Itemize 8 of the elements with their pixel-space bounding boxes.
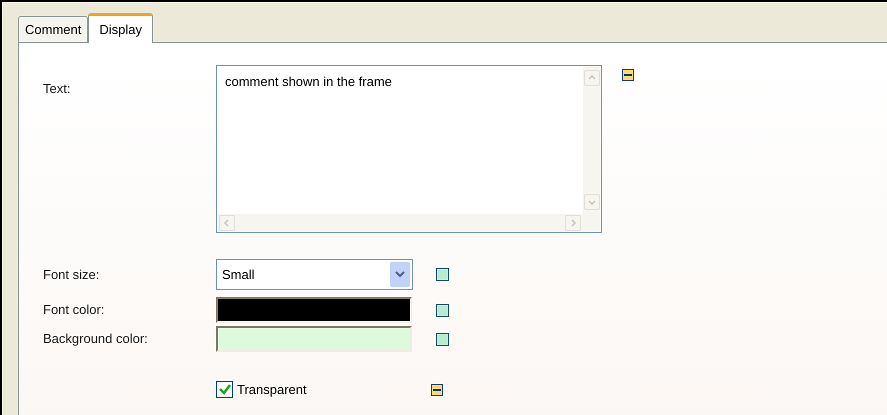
field-label: Text: <box>43 80 72 98</box>
field-label: Font size: <box>43 266 100 284</box>
checkbox-label[interactable]: Transparent <box>237 380 307 400</box>
field-label: Background color: <box>43 330 149 348</box>
font-size-dropdown[interactable]: Small <box>216 259 413 290</box>
tab[interactable]: Display <box>88 13 153 43</box>
field-label: Font color: <box>43 301 106 320</box>
tab[interactable]: Comment <box>18 16 88 42</box>
